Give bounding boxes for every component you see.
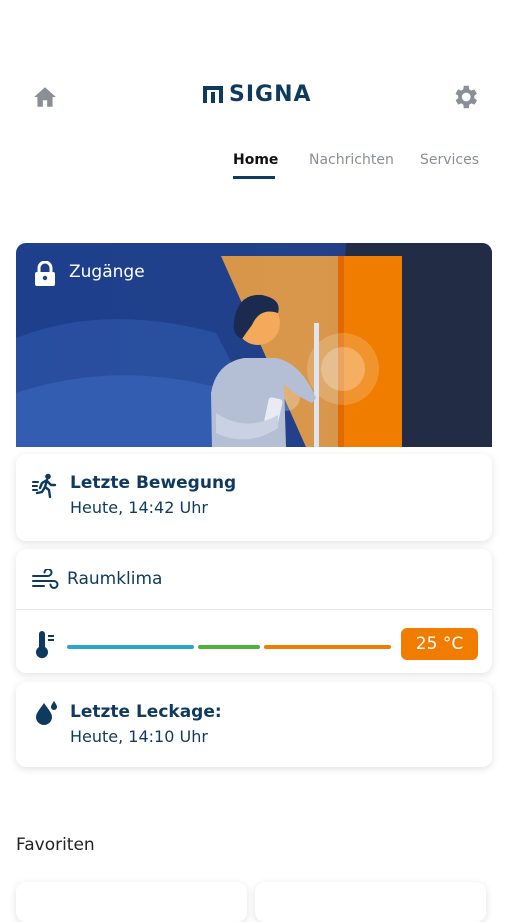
last-movement-time: Heute, 14:42 Uhr (70, 498, 208, 517)
home-icon[interactable] (32, 84, 58, 110)
temperature-bar-warm (264, 645, 391, 649)
running-person-icon (32, 473, 57, 499)
brand-logo: SIGNA (203, 80, 312, 108)
active-tab-indicator (233, 176, 275, 179)
favorite-card[interactable] (255, 882, 486, 922)
last-leak-card[interactable]: Letzte Leckage: Heute, 14:10 Uhr (16, 682, 492, 767)
room-climate-title: Raumklima (67, 569, 163, 589)
temperature-bar-ok (198, 645, 260, 649)
tab-services[interactable]: Services (420, 152, 479, 168)
favorites-heading: Favoriten (16, 835, 95, 855)
last-movement-card[interactable]: Letzte Bewegung Heute, 14:42 Uhr (16, 454, 492, 541)
temperature-badge: 25 °C (401, 628, 478, 660)
lock-icon (35, 261, 55, 286)
brand-name: SIGNA (229, 81, 312, 107)
card-divider (16, 609, 492, 610)
wind-icon (32, 569, 59, 589)
water-drop-icon (36, 701, 57, 725)
room-climate-card[interactable]: Raumklima 25 °C (16, 549, 492, 673)
last-leak-title: Letzte Leckage: (70, 702, 222, 722)
gear-icon[interactable] (450, 82, 480, 112)
temperature-bar-cold (67, 645, 194, 649)
tab-nachrichten[interactable]: Nachrichten (309, 152, 394, 168)
last-movement-title: Letzte Bewegung (70, 473, 237, 493)
tab-bar: Home Nachrichten Services (0, 152, 507, 186)
tab-home[interactable]: Home (233, 152, 278, 168)
signa-logo-icon (203, 86, 223, 103)
access-title: Zugänge (69, 262, 145, 282)
favorite-card[interactable] (16, 882, 247, 922)
last-leak-time: Heute, 14:10 Uhr (70, 727, 208, 746)
thermometer-icon (36, 631, 54, 659)
